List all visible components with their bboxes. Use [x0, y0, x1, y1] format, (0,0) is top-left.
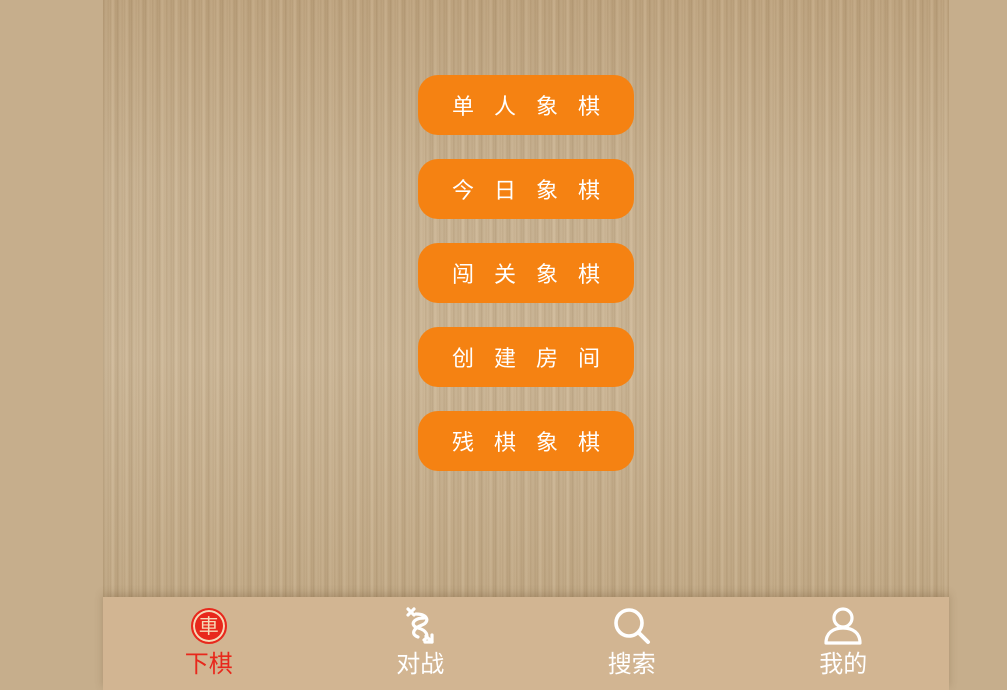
daily-chess-button[interactable]: 今日象棋	[418, 159, 634, 219]
level-challenge-chess-button[interactable]: 闯关象棋	[418, 243, 634, 303]
bottom-tab-bar: 車 下棋 对战 搜索 我的	[103, 597, 949, 690]
single-player-chess-button[interactable]: 单人象棋	[418, 75, 634, 135]
tab-battle-label: 对战	[396, 650, 445, 678]
app-screen: 单人象棋 今日象棋 闯关象棋 创建房间 残棋象棋 車 下棋 对战 搜索 我的	[0, 0, 1007, 690]
battle-swap-icon	[400, 606, 440, 646]
tab-mine-label: 我的	[819, 650, 868, 678]
user-icon	[823, 606, 863, 646]
create-room-button[interactable]: 创建房间	[418, 327, 634, 387]
tab-search-label: 搜索	[607, 650, 656, 678]
tab-battle[interactable]: 对战	[315, 597, 527, 690]
tab-search[interactable]: 搜索	[526, 597, 738, 690]
chess-piece-disc: 車	[190, 608, 227, 644]
tab-play-chess-label: 下棋	[184, 650, 233, 678]
chess-piece-character: 車	[198, 614, 219, 638]
chess-piece-icon: 車	[189, 606, 229, 646]
tab-play-chess[interactable]: 車 下棋	[103, 597, 315, 690]
main-menu: 单人象棋 今日象棋 闯关象棋 创建房间 残棋象棋	[418, 75, 634, 471]
tab-mine[interactable]: 我的	[738, 597, 950, 690]
search-icon	[612, 606, 652, 646]
endgame-chess-button[interactable]: 残棋象棋	[418, 411, 634, 471]
